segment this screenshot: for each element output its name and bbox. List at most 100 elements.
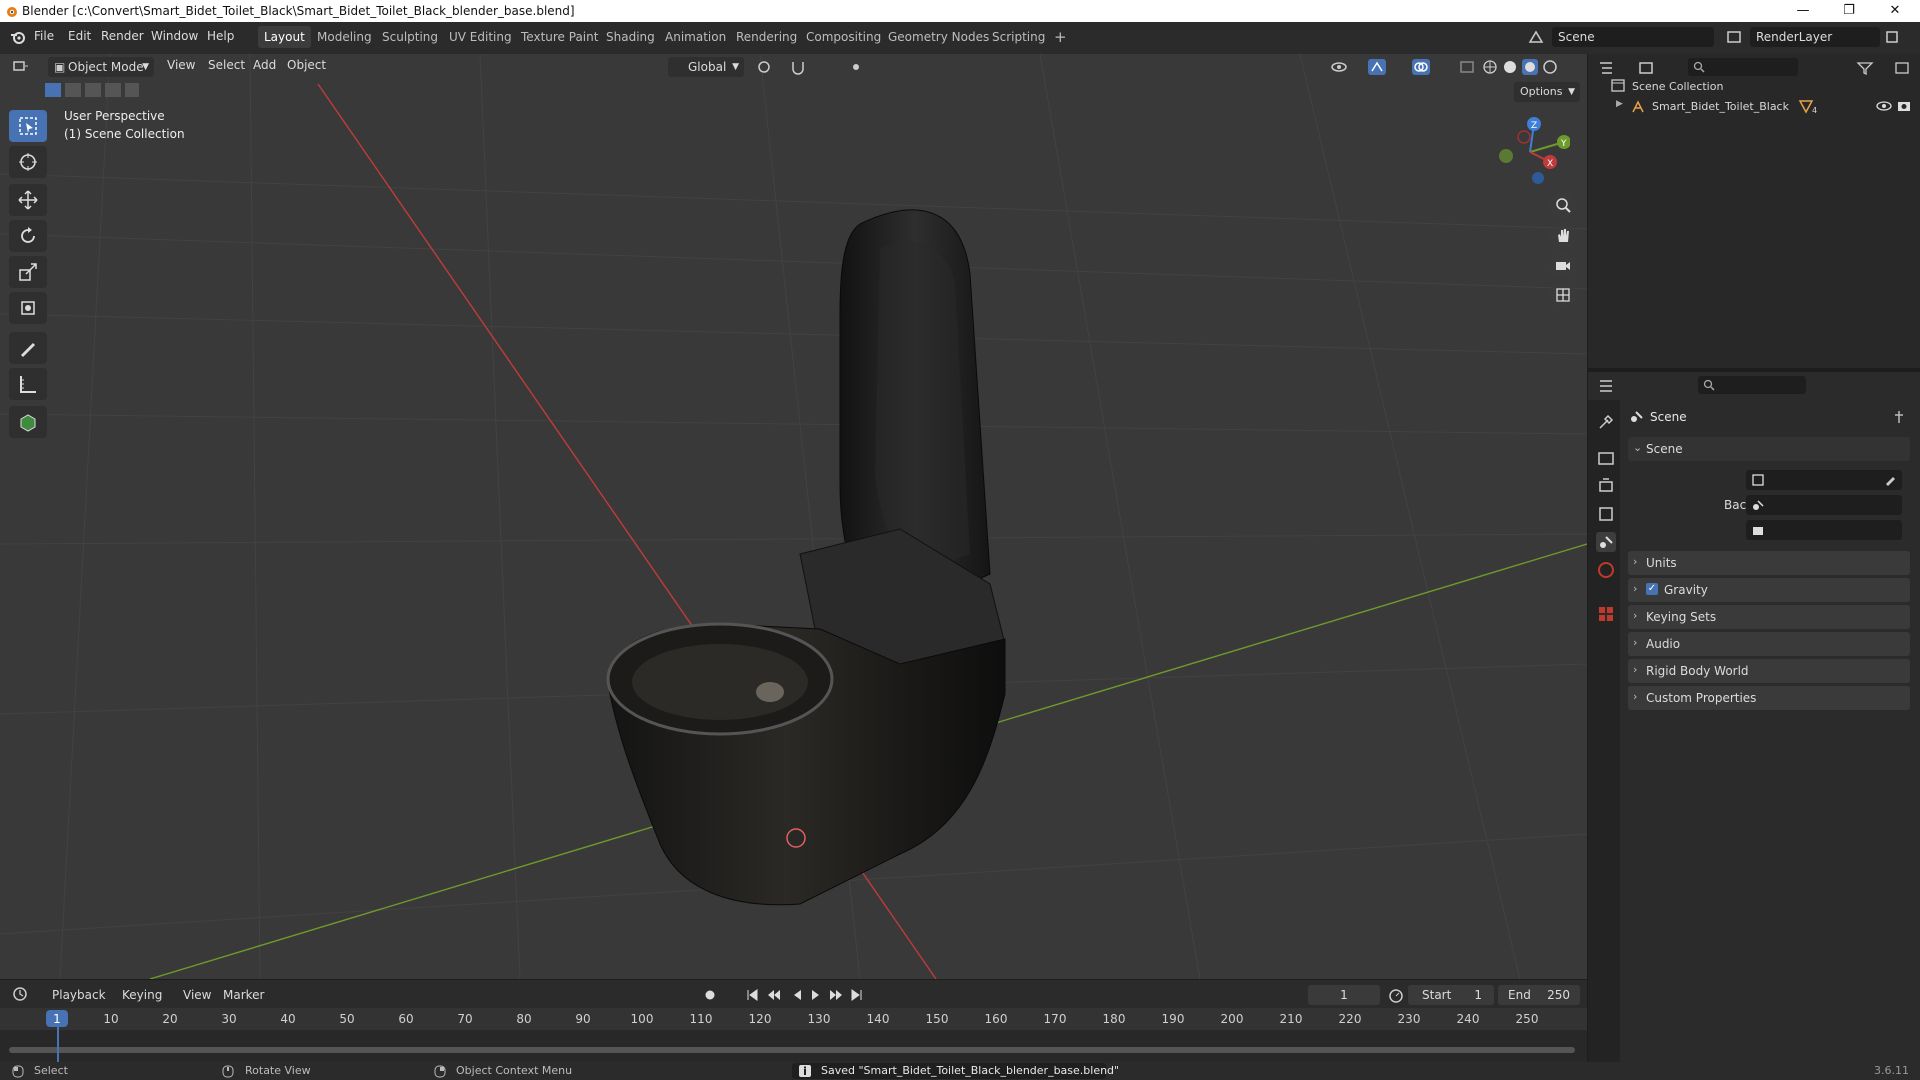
select-box-tool[interactable]: [9, 110, 47, 142]
tab-scripting[interactable]: Scripting: [986, 26, 1051, 48]
options-button[interactable]: Options ▼: [1514, 82, 1580, 102]
stopwatch-icon[interactable]: [1388, 987, 1404, 1003]
scene-panel-header[interactable]: ⌄ Scene: [1628, 437, 1910, 461]
timeline-menu-playback[interactable]: Playback: [52, 988, 106, 1002]
mode-selector[interactable]: Object Mode ▣ ▼: [48, 57, 154, 77]
texture-tab-icon[interactable]: [1596, 604, 1616, 624]
scene-selector[interactable]: Scene: [1552, 27, 1714, 47]
timeline-menu-view[interactable]: View: [183, 988, 211, 1002]
viewport-scene[interactable]: [0, 54, 1587, 979]
rendered-shading-icon[interactable]: [1542, 59, 1558, 75]
audio-panel-header[interactable]: › Audio: [1628, 632, 1910, 656]
viewport-menu-view[interactable]: View: [167, 58, 195, 72]
render-tab-icon[interactable]: [1596, 448, 1616, 468]
transform-orientation-selector[interactable]: Global ▼: [668, 57, 744, 77]
add-workspace-icon[interactable]: +: [1048, 26, 1073, 48]
tab-shading[interactable]: Shading: [600, 26, 661, 48]
tab-uv-editing[interactable]: UV Editing: [443, 26, 518, 48]
expand-icon[interactable]: ▶: [1616, 99, 1623, 109]
rotate-tool[interactable]: [9, 220, 47, 252]
timeline-editor-icon[interactable]: [12, 986, 34, 1002]
end-frame-field[interactable]: End 250: [1498, 985, 1580, 1005]
playback-controls[interactable]: [746, 987, 866, 1003]
viewport-menu-object[interactable]: Object: [287, 58, 326, 72]
units-panel-header[interactable]: › Units: [1628, 551, 1910, 575]
maximize-button[interactable]: ❐: [1826, 0, 1872, 22]
filter-icon[interactable]: [1856, 60, 1874, 76]
gravity-checkbox[interactable]: ✓: [1646, 583, 1658, 595]
outliner-editor-icon[interactable]: [1598, 60, 1616, 76]
start-frame-field[interactable]: Start 1: [1408, 985, 1494, 1005]
camera-field[interactable]: [1746, 470, 1902, 490]
tab-geometry-nodes[interactable]: Geometry Nodes: [882, 26, 995, 48]
scene-tab-icon[interactable]: [1596, 532, 1616, 552]
pan-button[interactable]: [1550, 222, 1576, 248]
close-button[interactable]: ✕: [1872, 0, 1918, 22]
navigation-gizmo[interactable]: Z Y X: [1490, 112, 1570, 192]
menu-file[interactable]: File: [34, 29, 54, 43]
move-tool[interactable]: [9, 184, 47, 216]
world-tab-icon[interactable]: [1596, 560, 1616, 580]
tab-rendering[interactable]: Rendering: [730, 26, 803, 48]
menu-render[interactable]: Render: [101, 29, 144, 43]
timeline-track-area[interactable]: [0, 1030, 1587, 1062]
zoom-button[interactable]: [1550, 192, 1576, 218]
scene-collection-label[interactable]: Scene Collection: [1632, 80, 1723, 93]
tab-layout[interactable]: Layout: [258, 26, 311, 48]
add-cube-tool[interactable]: [9, 406, 47, 438]
custom-properties-panel-header[interactable]: › Custom Properties: [1628, 686, 1910, 710]
new-renderlayer-icon[interactable]: [1884, 29, 1900, 45]
display-mode-icon[interactable]: [1638, 60, 1656, 76]
gravity-panel-header[interactable]: › ✓ Gravity: [1628, 578, 1910, 602]
wireframe-shading-icon[interactable]: [1482, 59, 1498, 75]
3d-viewport[interactable]: Z Y X: [0, 54, 1587, 979]
tab-animation[interactable]: Animation: [659, 26, 732, 48]
properties-search-input[interactable]: [1698, 376, 1806, 394]
pin-icon[interactable]: [1892, 410, 1906, 424]
selection-mode-icons[interactable]: [44, 81, 140, 99]
view-layer-tab-icon[interactable]: [1596, 504, 1616, 524]
record-icon[interactable]: [702, 987, 718, 1003]
gizmo-toggle-icon[interactable]: [1368, 59, 1386, 75]
overlays-toggle-icon[interactable]: [1412, 59, 1430, 75]
keying-sets-panel-header[interactable]: › Keying Sets: [1628, 605, 1910, 629]
timeline-menu-keying[interactable]: Keying: [122, 988, 162, 1002]
renderlayer-selector[interactable]: RenderLayer: [1750, 27, 1880, 47]
viewport-menu-add[interactable]: Add: [253, 58, 276, 72]
proportional-editing-icon[interactable]: [848, 59, 866, 75]
eye-icon[interactable]: [1876, 99, 1892, 113]
tab-texture-paint[interactable]: Texture Paint: [515, 26, 604, 48]
pivot-point-icon[interactable]: [756, 59, 774, 75]
cursor-tool[interactable]: [9, 146, 47, 178]
xray-toggle-icon[interactable]: [1458, 59, 1476, 75]
measure-tool[interactable]: [9, 368, 47, 400]
render-camera-icon[interactable]: [1896, 99, 1912, 113]
rigid-body-world-panel-header[interactable]: › Rigid Body World: [1628, 659, 1910, 683]
annotate-tool[interactable]: [9, 332, 47, 364]
snap-icon[interactable]: [790, 59, 808, 75]
timeline-scrollbar[interactable]: [9, 1047, 1575, 1053]
timeline-menu-marker[interactable]: Marker: [223, 988, 264, 1002]
camera-view-button[interactable]: [1550, 252, 1576, 278]
blender-menu-icon[interactable]: [10, 29, 26, 45]
tab-sculpting[interactable]: Sculpting: [376, 26, 444, 48]
menu-window[interactable]: Window: [151, 29, 198, 43]
solid-shading-icon[interactable]: [1502, 59, 1518, 75]
minimize-button[interactable]: —: [1780, 0, 1826, 22]
properties-editor-icon[interactable]: [1598, 378, 1616, 394]
ortho-toggle-button[interactable]: [1550, 282, 1576, 308]
outliner-search-input[interactable]: [1688, 58, 1798, 76]
visibility-icon[interactable]: [1330, 59, 1348, 75]
viewport-menu-select[interactable]: Select: [208, 58, 245, 72]
background-scene-field[interactable]: [1746, 495, 1902, 515]
eyedropper-icon[interactable]: [1884, 474, 1896, 486]
outliner-item-smart-bidet[interactable]: Smart_Bidet_Toilet_Black: [1652, 100, 1789, 113]
toilet-model[interactable]: [606, 209, 1006, 906]
renderlayer-icon[interactable]: [1726, 29, 1742, 45]
editor-type-icon[interactable]: [12, 59, 30, 75]
active-clip-field[interactable]: [1746, 520, 1902, 540]
transform-tool[interactable]: [9, 292, 47, 324]
menu-edit[interactable]: Edit: [68, 29, 91, 43]
menu-help[interactable]: Help: [207, 29, 234, 43]
output-tab-icon[interactable]: [1596, 476, 1616, 496]
